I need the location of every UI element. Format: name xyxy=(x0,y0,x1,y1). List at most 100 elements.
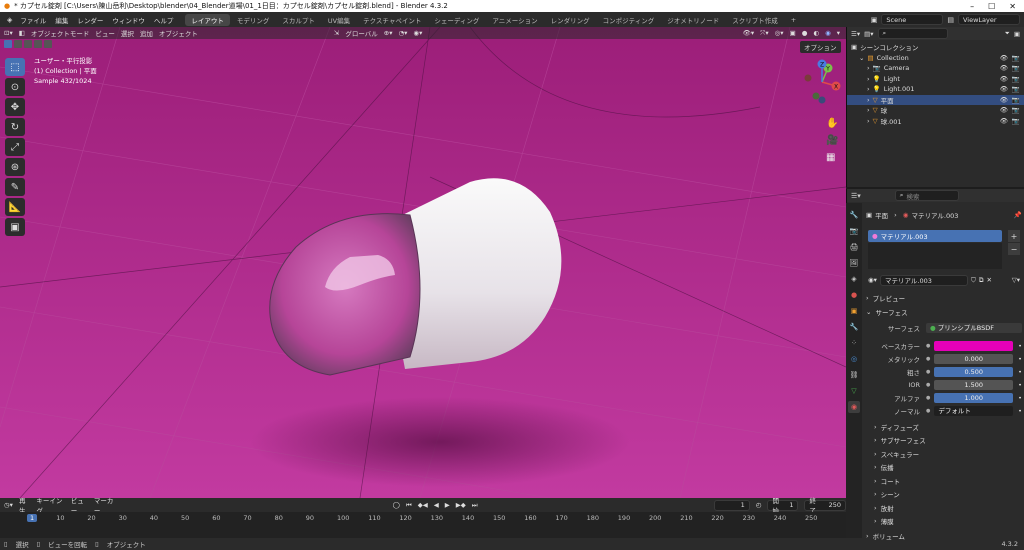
mode-selector[interactable]: オブジェクトモード xyxy=(31,28,90,38)
scene-selector[interactable]: Scene xyxy=(881,14,944,25)
socket-icon[interactable]: ● xyxy=(926,382,930,388)
socket-icon[interactable]: ● xyxy=(926,343,930,349)
particles-tab-icon[interactable]: ⁘ xyxy=(848,337,860,349)
select-menu[interactable]: 選択 xyxy=(121,28,134,38)
add-slot-button[interactable]: + xyxy=(1008,230,1020,242)
properties-editor-icon[interactable]: ☰▾ xyxy=(851,192,861,200)
object-tab-icon[interactable]: ▣ xyxy=(848,305,860,317)
subpanel-header[interactable]: › 薄膜 xyxy=(874,516,1024,527)
property-value-field[interactable]: 1.500 xyxy=(934,379,1014,390)
outliner-item[interactable]: › 💡 Light 👁 📷 xyxy=(847,74,1024,85)
animate-property-icon[interactable]: • xyxy=(1018,407,1022,415)
property-value-field[interactable]: 1.000 xyxy=(934,392,1014,403)
proportional-icon[interactable]: ◉▾ xyxy=(413,29,422,37)
world-tab-icon[interactable]: ● xyxy=(848,289,860,301)
tab-uv-editing[interactable]: UV編集 xyxy=(322,14,356,26)
new-collection-icon[interactable]: ▣ xyxy=(1014,30,1020,38)
chevron-right-icon[interactable]: › xyxy=(867,64,870,72)
unlink-icon[interactable]: ✕ xyxy=(986,276,991,284)
surface-shader-field[interactable]: ● プリンシプルBSDF xyxy=(926,322,1022,333)
navigation-gizmo[interactable]: X Y Z xyxy=(800,58,844,106)
render-camera-icon[interactable]: 📷 xyxy=(1012,85,1020,93)
xray-icon[interactable]: ▣ xyxy=(790,29,796,37)
remove-slot-button[interactable]: − xyxy=(1008,243,1020,255)
volume-section[interactable]: › ボリューム xyxy=(866,530,1022,541)
chevron-right-icon[interactable]: › xyxy=(867,96,870,104)
subpanel-header[interactable]: › 放射 xyxy=(874,502,1024,513)
socket-icon[interactable]: ● xyxy=(926,356,930,362)
visibility-eye-icon[interactable]: 👁 xyxy=(1000,85,1008,93)
chevron-right-icon[interactable]: › xyxy=(867,85,870,93)
timeline-ruler[interactable]: 1 10 20 30 40 50 60 70 80 90 100 110 120 130 140 150 160… xyxy=(0,514,846,524)
tab-layout[interactable]: レイアウト xyxy=(185,13,230,26)
subpanel-header[interactable]: › ディフューズ xyxy=(874,421,1024,432)
render-camera-icon[interactable]: 📷 xyxy=(1012,117,1020,125)
render-tab-icon[interactable]: 📷 xyxy=(848,225,860,237)
property-value-field[interactable]: 0.000 xyxy=(934,353,1014,364)
play-icon[interactable]: ▶ xyxy=(445,501,450,509)
editor-type-icon[interactable]: ⊡▾ xyxy=(4,29,13,37)
animate-property-icon[interactable]: • xyxy=(1018,355,1022,363)
select-subtract-icon[interactable] xyxy=(24,40,32,48)
orientation-selector[interactable]: グローバル xyxy=(345,28,377,38)
chevron-right-icon[interactable]: › xyxy=(867,106,870,114)
end-frame-field[interactable]: 終了 250 xyxy=(804,497,846,515)
menu-edit[interactable]: 編集 xyxy=(51,15,72,25)
tab-compositing[interactable]: コンポジティング xyxy=(597,14,661,26)
tab-texture-paint[interactable]: テクスチャペイント xyxy=(357,14,427,26)
tab-modeling[interactable]: モデリング xyxy=(231,14,276,26)
scale-tool-icon[interactable]: ⤢ xyxy=(5,138,25,156)
outliner-display-icon[interactable]: ▤▾ xyxy=(864,30,873,38)
tab-shading[interactable]: シェーディング xyxy=(428,14,485,26)
render-camera-icon[interactable]: 📷 xyxy=(1012,54,1020,62)
jump-start-icon[interactable]: ⏮ xyxy=(406,501,412,510)
material-browse-icon[interactable]: ◉▾ xyxy=(868,276,877,284)
menu-file[interactable]: ファイル xyxy=(16,15,50,25)
start-frame-field[interactable]: 開始 1 xyxy=(767,497,799,515)
material-tab-icon[interactable]: ◉ xyxy=(848,401,860,413)
output-tab-icon[interactable]: 🖨 xyxy=(848,241,860,253)
outliner-item[interactable]: › ▽ 平面 👁 📷 xyxy=(847,94,1024,105)
cursor-tool-icon[interactable]: ⊙ xyxy=(5,78,25,96)
property-value-field[interactable]: デフォルト xyxy=(934,405,1014,416)
select-invert-icon[interactable] xyxy=(34,40,42,48)
material-slot-list[interactable] xyxy=(868,243,1002,269)
material-name-field[interactable]: マテリアル.003 xyxy=(879,274,968,286)
jump-end-icon[interactable]: ⏭ xyxy=(472,501,478,510)
outliner-item[interactable]: › ▽ 球.001 👁 📷 xyxy=(847,116,1024,127)
record-icon[interactable]: ◯ xyxy=(393,501,400,509)
menu-window[interactable]: ウィンドウ xyxy=(108,15,149,25)
pin-icon[interactable]: 📌 xyxy=(1014,211,1022,219)
chevron-right-icon[interactable]: › xyxy=(867,117,870,125)
shading-rendered-icon[interactable]: ◉ xyxy=(825,29,831,37)
pivot-icon[interactable]: ⊕▾ xyxy=(384,29,393,37)
subpanel-header[interactable]: › 伝播 xyxy=(874,462,1024,473)
shading-solid-icon[interactable]: ● xyxy=(802,29,808,37)
annotate-tool-icon[interactable]: ✎ xyxy=(5,178,25,196)
rotate-tool-icon[interactable]: ↻ xyxy=(5,118,25,136)
perspective-grid-icon[interactable]: ▦ xyxy=(826,152,838,163)
filter-icon[interactable]: ⏷ xyxy=(1005,29,1010,38)
socket-icon[interactable]: ● xyxy=(926,395,930,401)
outliner-editor-icon[interactable]: ☰▾ xyxy=(851,30,860,38)
transform-tool-icon[interactable]: ⊛ xyxy=(5,158,25,176)
overlay-toggle-icon[interactable]: ◎▾ xyxy=(775,29,784,37)
scene-tab-icon[interactable]: ◈ xyxy=(848,273,860,285)
socket-icon[interactable]: ● xyxy=(926,369,930,375)
modifier-tab-icon[interactable]: 🔧 xyxy=(848,321,860,333)
play-reverse-icon[interactable]: ◀ xyxy=(434,501,439,509)
subpanel-header[interactable]: › シーン xyxy=(874,489,1024,500)
prev-key-icon[interactable]: ◆◀ xyxy=(418,501,428,509)
data-tab-icon[interactable]: ▽ xyxy=(848,385,860,397)
preview-section[interactable]: › プレビュー xyxy=(866,292,1022,303)
select-new-icon[interactable] xyxy=(4,40,12,48)
socket-icon[interactable]: ● xyxy=(926,408,930,414)
render-camera-icon[interactable]: 📷 xyxy=(1012,64,1020,72)
render-camera-icon[interactable]: 📷 xyxy=(1012,106,1020,114)
shading-material-icon[interactable]: ◐ xyxy=(813,29,819,37)
3d-viewport[interactable] xyxy=(0,27,846,498)
properties-search[interactable]: ⌕ 検索 xyxy=(894,190,959,201)
pan-hand-icon[interactable]: ✋ xyxy=(826,118,838,129)
visibility-eye-icon[interactable]: 👁 xyxy=(1000,106,1008,114)
tab-animation[interactable]: アニメーション xyxy=(486,14,543,26)
